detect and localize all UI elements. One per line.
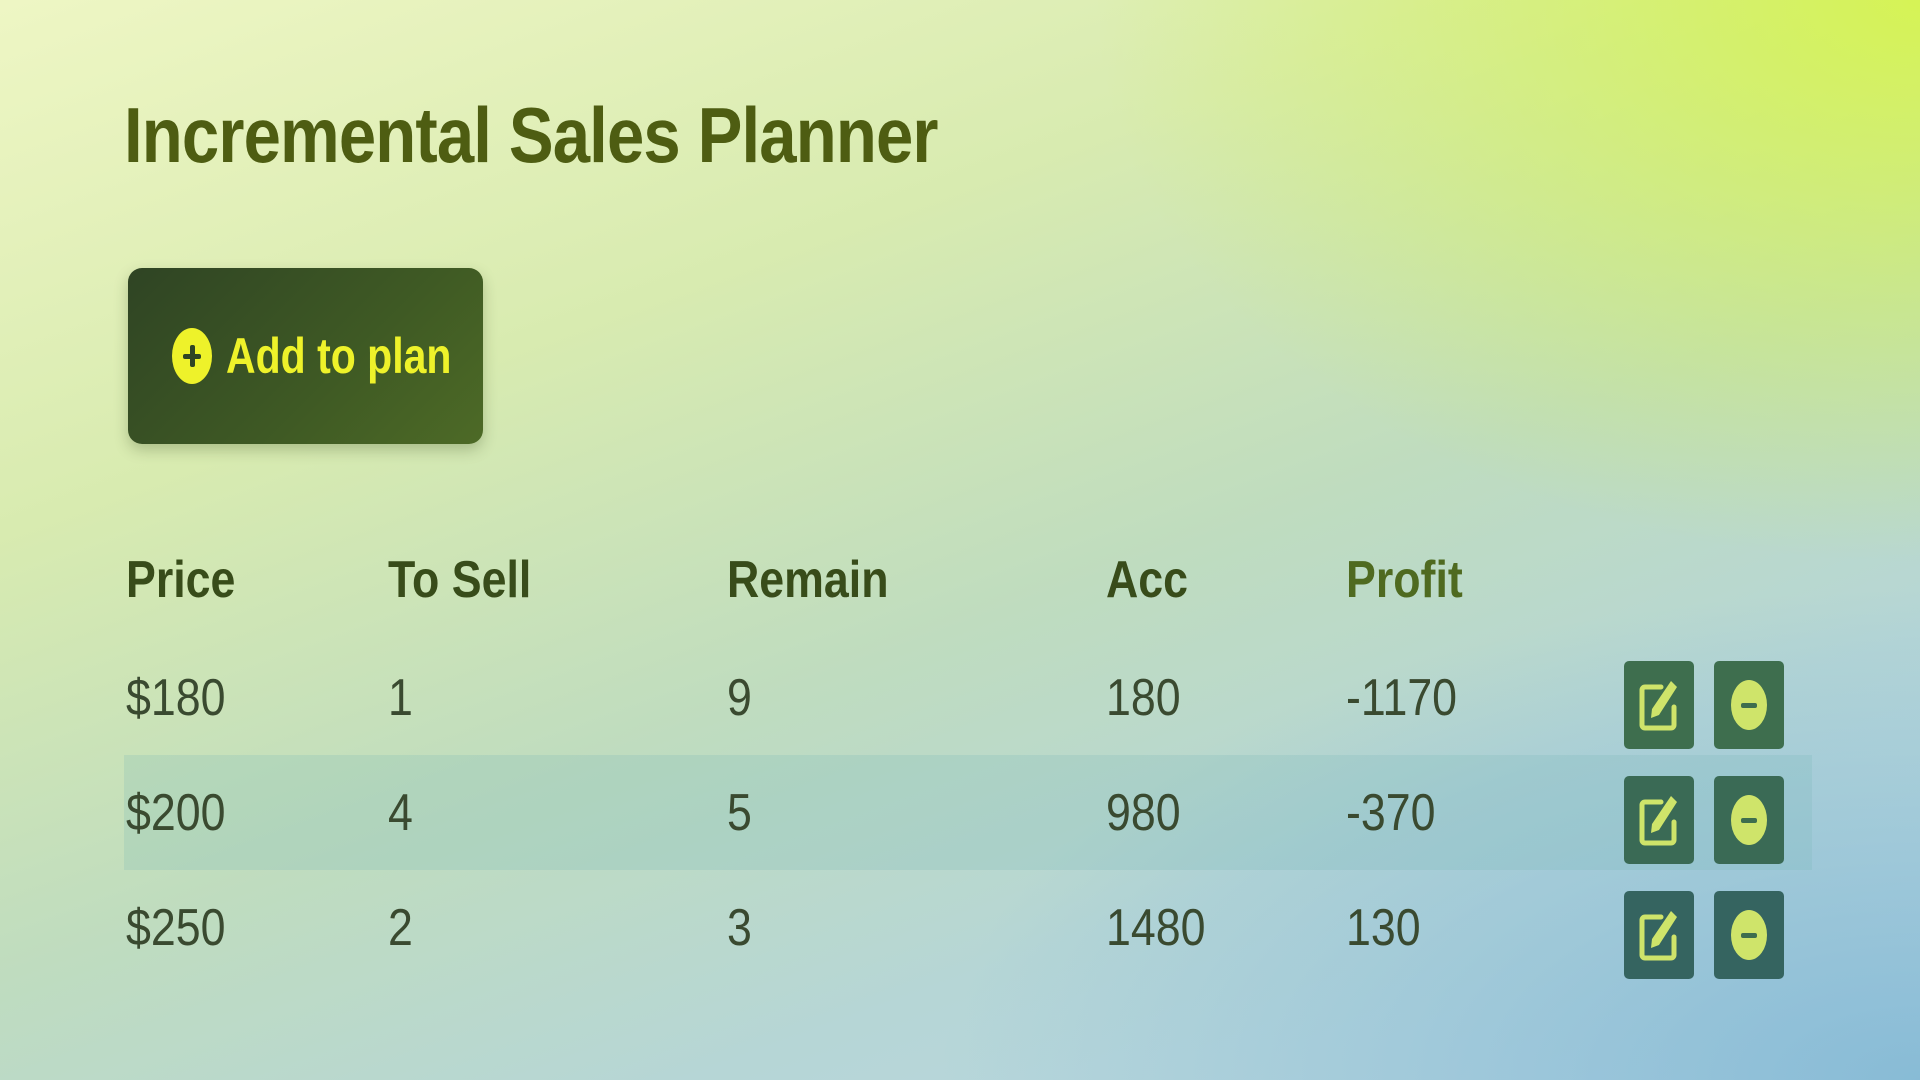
column-header-price: Price xyxy=(126,551,236,609)
cell-profit: -370 xyxy=(1346,783,1436,842)
remove-row-button[interactable] xyxy=(1714,776,1784,864)
column-header-remain: Remain xyxy=(727,551,889,609)
table-row: $250 2 3 1480 130 xyxy=(124,870,1812,985)
cell-to-sell: 2 xyxy=(388,898,413,957)
cell-remain: 3 xyxy=(727,898,752,957)
table-row: $200 4 5 980 -370 xyxy=(124,755,1812,870)
remove-row-button[interactable] xyxy=(1714,891,1784,979)
cell-to-sell: 4 xyxy=(388,783,413,842)
plus-circle-icon xyxy=(172,328,212,384)
cell-to-sell: 1 xyxy=(388,668,413,727)
column-header-to-sell: To Sell xyxy=(388,551,532,609)
column-header-acc: Acc xyxy=(1106,551,1189,609)
edit-icon xyxy=(1639,796,1677,846)
cell-price: $200 xyxy=(126,783,226,842)
cell-remain: 9 xyxy=(727,668,752,727)
cell-remain: 5 xyxy=(727,783,752,842)
remove-row-button[interactable] xyxy=(1714,661,1784,749)
cell-profit: 130 xyxy=(1346,898,1421,957)
edit-row-button[interactable] xyxy=(1624,891,1694,979)
add-to-plan-label: Add to plan xyxy=(226,328,452,384)
cell-profit: -1170 xyxy=(1346,668,1458,727)
column-header-profit: Profit xyxy=(1346,551,1463,609)
cell-price: $180 xyxy=(126,668,226,727)
cell-price: $250 xyxy=(126,898,226,957)
add-to-plan-button[interactable]: Add to plan xyxy=(128,268,483,444)
table-row: $180 1 9 180 -1170 xyxy=(124,640,1812,755)
sales-table: Price To Sell Remain Acc Profit $180 1 9… xyxy=(124,520,1812,985)
edit-icon xyxy=(1639,681,1677,731)
cell-acc: 980 xyxy=(1106,783,1181,842)
cell-acc: 1480 xyxy=(1106,898,1206,957)
minus-circle-icon xyxy=(1731,795,1767,845)
minus-circle-icon xyxy=(1731,910,1767,960)
minus-circle-icon xyxy=(1731,680,1767,730)
edit-row-button[interactable] xyxy=(1624,776,1694,864)
page-title: Incremental Sales Planner xyxy=(124,91,939,179)
table-header: Price To Sell Remain Acc Profit xyxy=(124,520,1812,640)
edit-icon xyxy=(1639,911,1677,961)
cell-acc: 180 xyxy=(1106,668,1181,727)
edit-row-button[interactable] xyxy=(1624,661,1694,749)
